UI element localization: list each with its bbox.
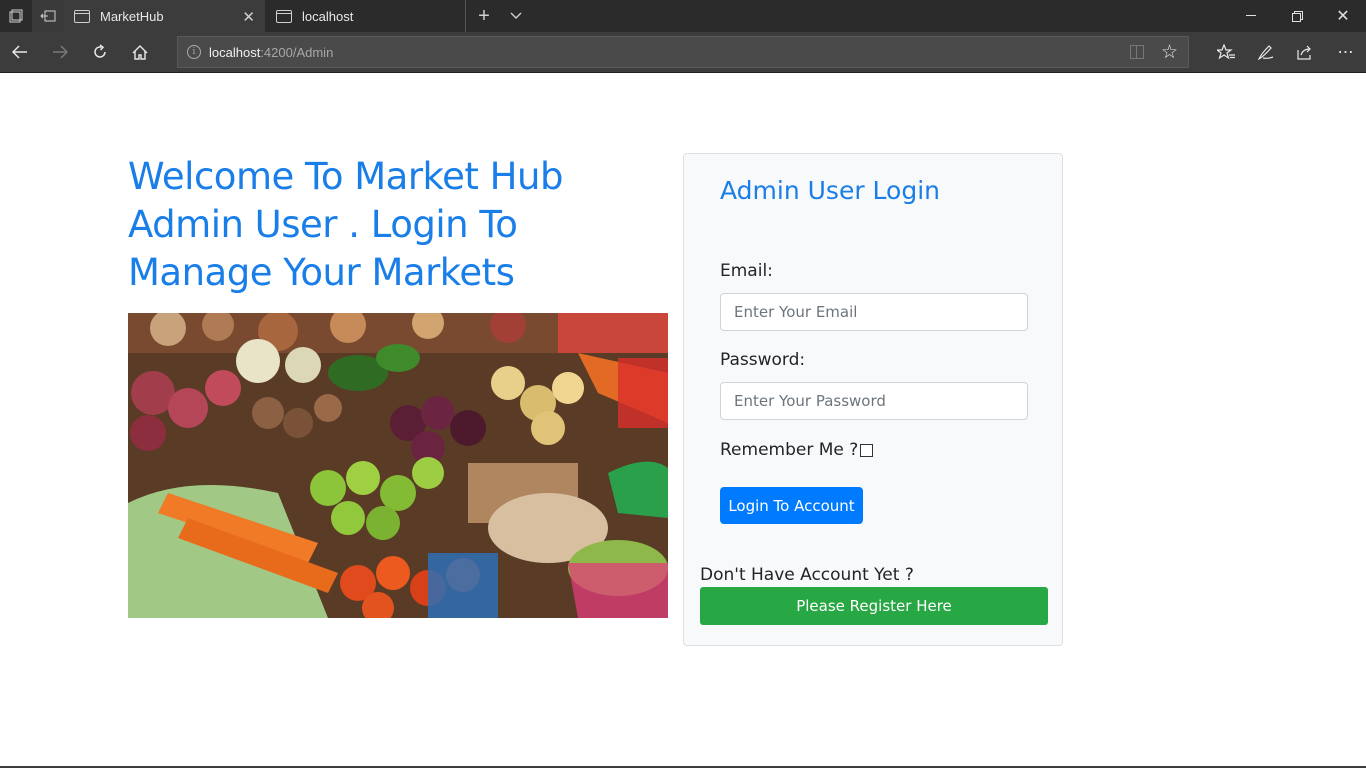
- reading-view-icon[interactable]: [1130, 45, 1144, 59]
- favorite-star-icon[interactable]: ☆: [1161, 41, 1178, 64]
- tab-separator: [465, 0, 466, 32]
- tab-bar: MarketHub ✕ localhost + ✕: [0, 0, 1366, 32]
- login-title: Admin User Login: [720, 176, 940, 205]
- share-icon[interactable]: [1285, 32, 1325, 72]
- email-input[interactable]: [720, 293, 1028, 331]
- login-button[interactable]: Login To Account: [720, 487, 863, 524]
- close-tab-icon[interactable]: ✕: [242, 8, 255, 26]
- back-icon[interactable]: [0, 32, 40, 72]
- refresh-icon[interactable]: [80, 32, 120, 72]
- chevron-down-icon[interactable]: [500, 0, 532, 32]
- tab-localhost[interactable]: localhost: [266, 0, 465, 32]
- welcome-heading: Welcome To Market Hub Admin User . Login…: [128, 155, 563, 294]
- address-bar[interactable]: i localhost:4200/Admin ☆: [177, 36, 1189, 68]
- page-content: Welcome To Market Hub Admin User . Login…: [0, 73, 1366, 766]
- remember-me: Remember Me ?: [720, 440, 874, 460]
- new-tab-icon[interactable]: +: [468, 0, 500, 32]
- register-button[interactable]: Please Register Here: [700, 587, 1048, 625]
- restore-icon[interactable]: [1274, 0, 1320, 32]
- tab-actions-icon[interactable]: [0, 0, 32, 32]
- url-host: localhost: [209, 44, 261, 60]
- forward-icon[interactable]: [40, 32, 80, 72]
- market-produce-image: [128, 313, 668, 618]
- remember-label: Remember Me ?: [720, 440, 859, 460]
- tab-title: MarketHub: [100, 8, 164, 24]
- password-label: Password:: [720, 350, 806, 370]
- minimize-icon[interactable]: [1228, 0, 1274, 32]
- url-path: :4200/Admin: [260, 44, 334, 60]
- password-input[interactable]: [720, 382, 1028, 420]
- page-icon: [276, 9, 292, 23]
- no-account-text: Don't Have Account Yet ?: [700, 565, 914, 585]
- email-label: Email:: [720, 261, 773, 281]
- nav-bar: i localhost:4200/Admin ☆: [0, 32, 1366, 73]
- favorites-icon[interactable]: [1206, 32, 1246, 72]
- remember-checkbox[interactable]: [860, 443, 874, 457]
- page-icon: [74, 9, 90, 23]
- info-icon[interactable]: i: [187, 45, 201, 59]
- close-window-icon[interactable]: ✕: [1320, 0, 1366, 32]
- login-card: Admin User Login Email: Password: Rememb…: [683, 153, 1063, 646]
- set-aside-tabs-icon[interactable]: [32, 0, 64, 32]
- tab-markethub[interactable]: MarketHub ✕: [64, 0, 265, 32]
- tab-title: localhost: [302, 8, 354, 24]
- home-icon[interactable]: [120, 32, 160, 72]
- pen-icon[interactable]: [1246, 32, 1286, 72]
- more-icon[interactable]: ⋯: [1326, 32, 1366, 72]
